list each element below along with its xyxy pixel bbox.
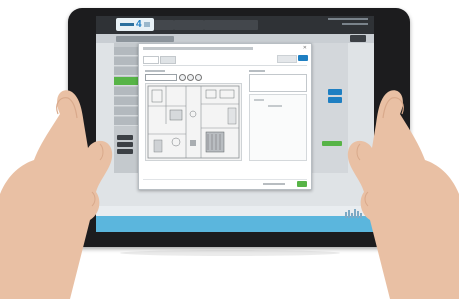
info-text [268, 105, 282, 107]
tab[interactable] [143, 56, 159, 64]
app-top-bar: 4 [96, 16, 374, 34]
breadcrumb-tag[interactable] [116, 36, 174, 42]
footer-link[interactable] [263, 183, 285, 185]
sidebar-item[interactable] [114, 57, 138, 66]
footer-strip [96, 206, 374, 216]
dialog-primary-button[interactable] [298, 55, 308, 61]
description-field[interactable] [249, 74, 307, 92]
nav-item[interactable] [174, 20, 204, 30]
footer-bar [96, 216, 374, 232]
sidebar-item[interactable] [114, 47, 138, 56]
info-text [254, 99, 264, 101]
zoom-in-icon[interactable] [179, 74, 186, 81]
edit-dialog: ✕ [138, 43, 312, 190]
hand-right [347, 90, 459, 299]
dialog-tabs [143, 56, 176, 64]
nav-item[interactable] [236, 20, 258, 30]
nav-item[interactable] [204, 20, 238, 30]
reset-icon[interactable] [195, 74, 202, 81]
nav-item[interactable] [154, 20, 174, 30]
divider [143, 179, 307, 180]
confirm-button[interactable] [297, 181, 307, 187]
close-icon[interactable]: ✕ [303, 45, 307, 51]
hand-left [0, 90, 113, 299]
save-button[interactable] [350, 35, 366, 42]
field-label [249, 70, 265, 72]
logo-number: 4 [136, 18, 142, 30]
tab[interactable] [160, 56, 176, 64]
tablet-shadow [120, 250, 340, 256]
tablet-screen: 4 ✕ [96, 16, 374, 232]
divider [143, 65, 307, 66]
floor-select[interactable] [145, 74, 177, 81]
dialog-secondary-button[interactable] [277, 55, 297, 63]
breadcrumb [96, 34, 374, 43]
zoom-out-icon[interactable] [187, 74, 194, 81]
user-area[interactable] [328, 18, 368, 25]
dialog-title [143, 47, 253, 50]
app-logo: 4 [116, 18, 154, 31]
floor-plan-icon[interactable] [145, 83, 242, 161]
info-panel [249, 94, 307, 161]
photo-scene: 4 ✕ [0, 0, 459, 299]
field-label [145, 70, 165, 72]
